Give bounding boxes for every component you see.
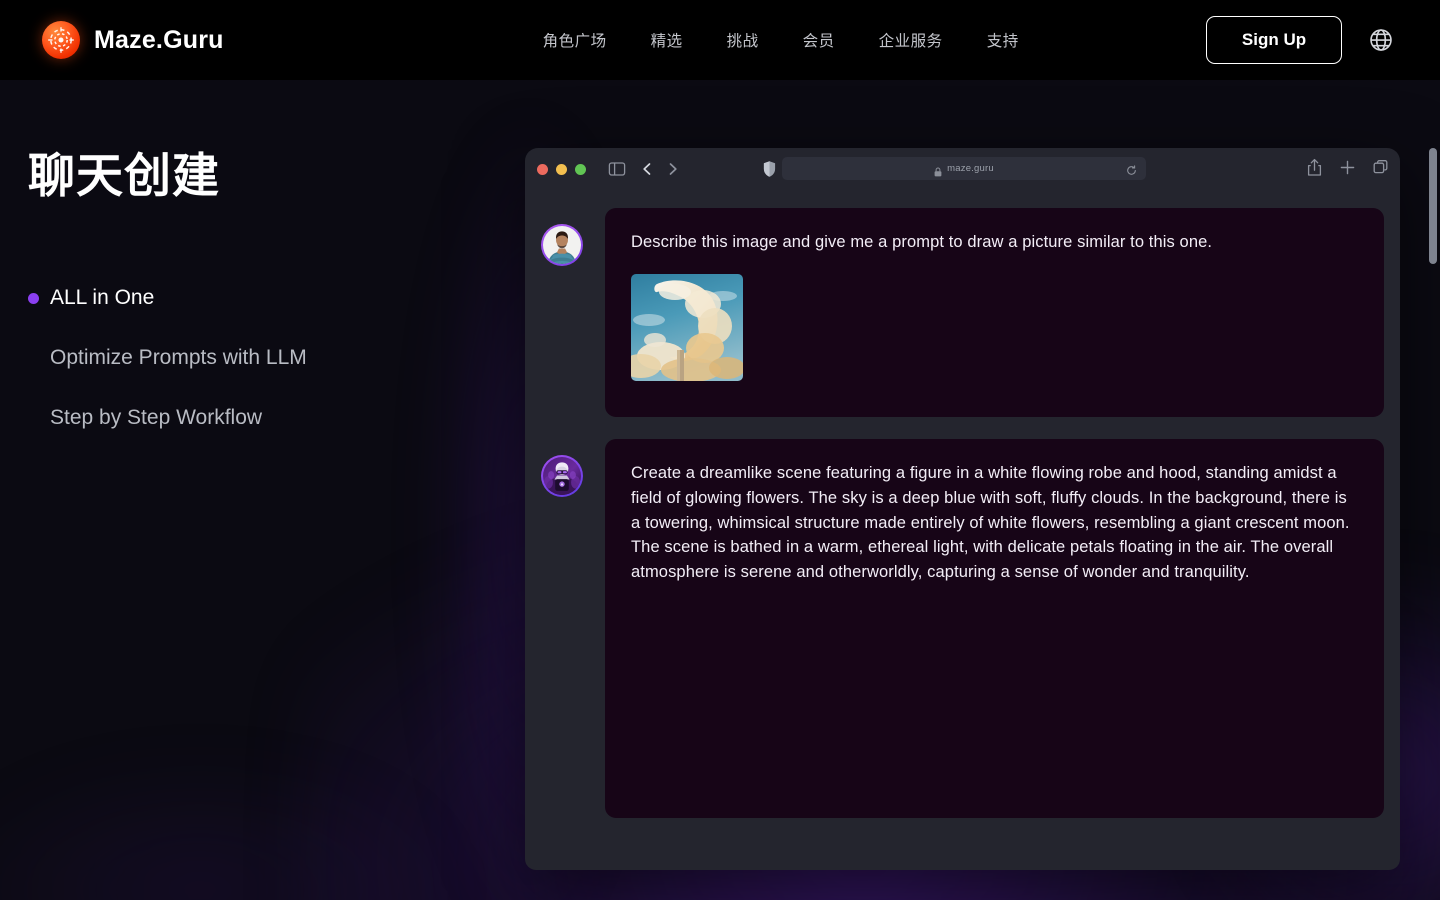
- chevron-left-icon[interactable]: [639, 160, 655, 178]
- ai-character-avatar[interactable]: [541, 455, 583, 497]
- feature-item-step-workflow[interactable]: Step by Step Workflow: [28, 388, 448, 448]
- share-icon[interactable]: [1307, 158, 1322, 177]
- nav-item-challenge[interactable]: 挑战: [705, 29, 781, 51]
- chevron-right-icon[interactable]: [665, 160, 681, 178]
- nav-item-characters[interactable]: 角色广场: [521, 29, 629, 51]
- browser-toolbar: maze.guru: [525, 148, 1400, 190]
- close-window-button[interactable]: [537, 164, 548, 175]
- maximize-window-button[interactable]: [575, 164, 586, 175]
- feature-label: ALL in One: [50, 286, 154, 310]
- url-bar[interactable]: maze.guru: [782, 157, 1146, 180]
- browser-window-mockup: maze.guru: [525, 148, 1400, 870]
- lock-icon: [934, 164, 942, 174]
- reload-icon[interactable]: [1126, 163, 1137, 174]
- feature-item-all-in-one[interactable]: ALL in One: [28, 268, 448, 328]
- assistant-message-text: Create a dreamlike scene featuring a fig…: [631, 461, 1358, 585]
- header-actions: Sign Up: [1206, 16, 1394, 64]
- user-photo-avatar[interactable]: [541, 224, 583, 266]
- main-nav: 角色广场 精选 挑战 会员 企业服务 支持: [521, 29, 1041, 51]
- avatar-image: [543, 226, 581, 264]
- vertical-scroll-thumb[interactable]: [1429, 148, 1437, 264]
- minimize-window-button[interactable]: [556, 164, 567, 175]
- tab-overview-icon[interactable]: [1373, 158, 1388, 177]
- nav-item-membership[interactable]: 会员: [781, 29, 857, 51]
- brand-logo[interactable]: Maze.Guru: [42, 21, 224, 59]
- nav-item-support[interactable]: 支持: [965, 29, 1041, 51]
- avatar-image: [543, 457, 581, 495]
- url-text: maze.guru: [947, 163, 994, 174]
- feature-label: Optimize Prompts with LLM: [50, 346, 307, 370]
- globe-icon[interactable]: [1368, 27, 1394, 53]
- plus-icon[interactable]: [1340, 158, 1355, 177]
- page-scrollbar[interactable]: [1425, 80, 1440, 900]
- nav-item-featured[interactable]: 精选: [629, 29, 705, 51]
- maze-target-logo-icon: [42, 21, 80, 59]
- sidebar-toggle-icon[interactable]: [608, 160, 626, 178]
- nav-item-enterprise[interactable]: 企业服务: [857, 29, 965, 51]
- shield-privacy-icon[interactable]: [762, 160, 777, 178]
- chat-message-assistant: Create a dreamlike scene featuring a fig…: [541, 439, 1384, 818]
- feature-list: ALL in One Optimize Prompts with LLM Ste…: [28, 268, 448, 448]
- window-controls: [537, 164, 586, 175]
- feature-label: Step by Step Workflow: [50, 406, 262, 430]
- sign-up-button[interactable]: Sign Up: [1206, 16, 1342, 64]
- feature-item-optimize-prompts[interactable]: Optimize Prompts with LLM: [28, 328, 448, 388]
- brand-name: Maze.Guru: [94, 26, 224, 55]
- assistant-message-bubble: Create a dreamlike scene featuring a fig…: [605, 439, 1384, 818]
- crescent-moon-cloud-thumbnail[interactable]: [631, 274, 743, 381]
- left-panel: 聊天创建 ALL in One Optimize Prompts with LL…: [0, 80, 520, 900]
- browser-toolbar-actions: [1307, 158, 1388, 177]
- active-bullet-icon: [28, 293, 39, 304]
- user-message-bubble: Describe this image and give me a prompt…: [605, 208, 1384, 417]
- page-title: 聊天创建: [28, 152, 220, 199]
- chat-area: Describe this image and give me a prompt…: [525, 190, 1400, 818]
- user-message-text: Describe this image and give me a prompt…: [631, 230, 1358, 255]
- chat-message-user: Describe this image and give me a prompt…: [541, 208, 1384, 417]
- site-header: Maze.Guru 角色广场 精选 挑战 会员 企业服务 支持 Sign Up: [0, 0, 1440, 80]
